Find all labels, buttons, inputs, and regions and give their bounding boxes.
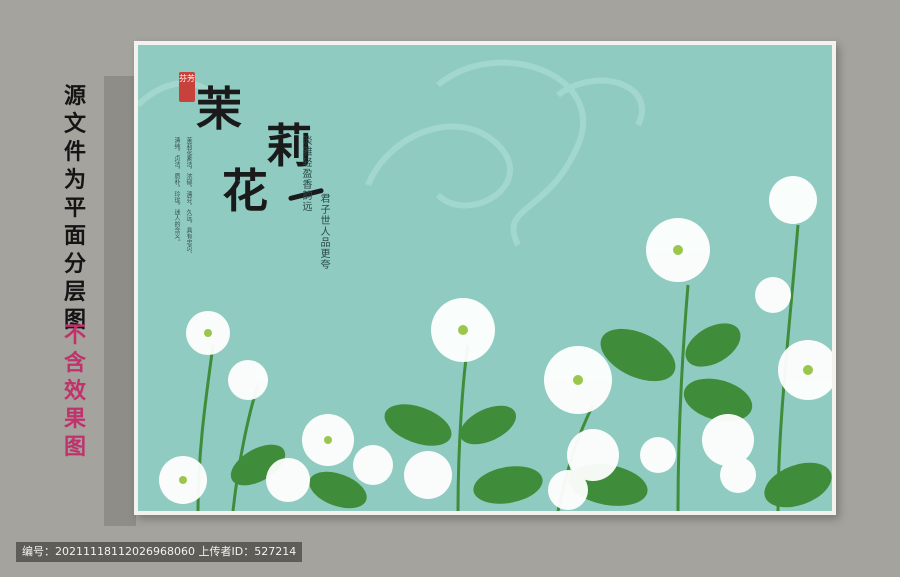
id-value: 20211118112026968060	[55, 545, 195, 558]
footer-info-bar: 编号：20211118112026968060 上传者ID：527214	[16, 542, 303, 562]
artwork-frame: 芬芳 茉 莉 花 淡雅轻盈香韵远 君子世人品更夸 清纯，贞洁，质朴，玲珑，迷人的…	[134, 41, 836, 515]
uploader-label: 上传者ID：	[198, 545, 255, 558]
id-label: 编号：	[22, 545, 55, 558]
poem-line-2: 君子世人品更夸	[318, 193, 329, 270]
backdrop-shadow-panel	[104, 76, 136, 526]
side-note-source-file: 源文件为平面分层图	[63, 84, 86, 333]
poem-line-1: 淡雅轻盈香韵远	[300, 135, 311, 212]
artwork-canvas: 芬芳 茉 莉 花 淡雅轻盈香韵远 君子世人品更夸 清纯，贞洁，质朴，玲珑，迷人的…	[138, 45, 832, 511]
uploader-value: 527214	[254, 545, 297, 558]
title-char-1: 茉	[196, 82, 242, 136]
description-column-1: 清纯，贞洁，质朴，玲珑，迷人的含义。	[173, 137, 180, 245]
red-seal-stamp: 芬芳	[179, 72, 195, 102]
title-char-3: 花	[222, 164, 268, 218]
description-column-2: 茉莉花素洁，浓郁，清芬，久远，具有忠贞、	[185, 137, 192, 257]
artwork-illustration	[138, 59, 832, 511]
side-note-no-effect: 不含效果图	[63, 323, 86, 460]
